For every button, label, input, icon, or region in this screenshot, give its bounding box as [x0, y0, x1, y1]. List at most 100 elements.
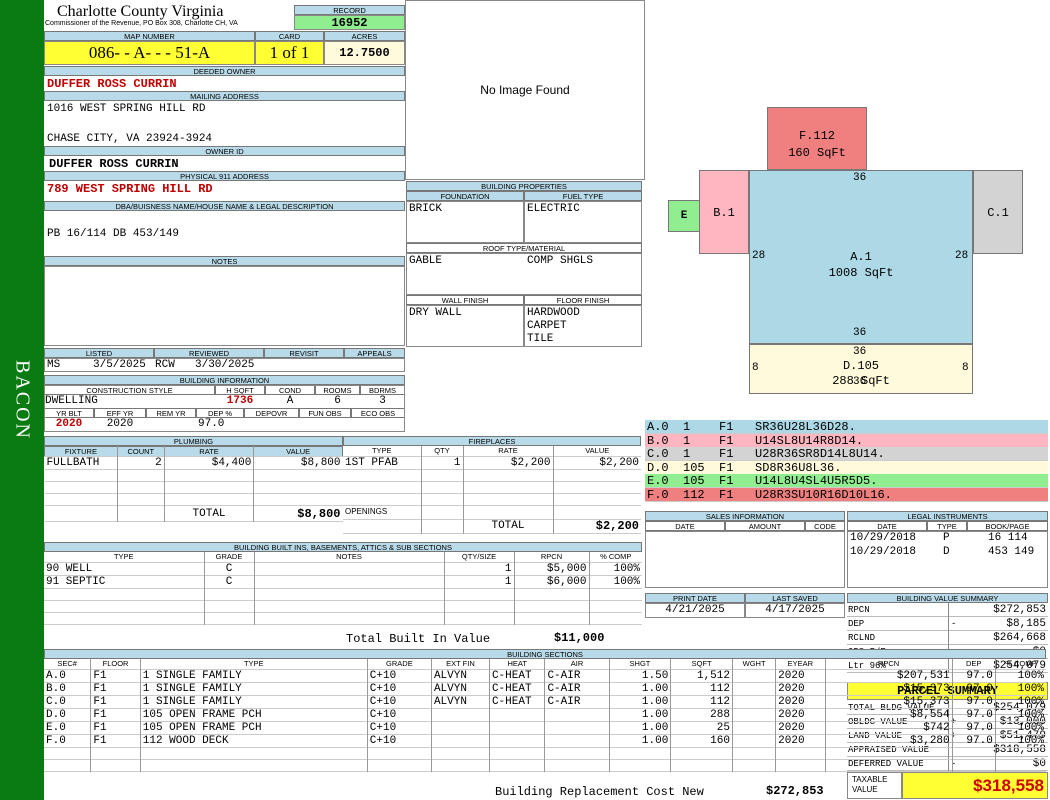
fuel-type-header: FUEL TYPE — [524, 191, 642, 201]
roof-header: ROOF TYPE/MATERIAL — [406, 243, 642, 253]
floor-finish-2: CARPET — [527, 320, 567, 332]
builtins-col: QTY/SIZE — [444, 552, 515, 562]
sketch-section-a: A.1 1008 SqFt — [749, 170, 973, 344]
sections-cell: $8,554 — [825, 708, 953, 721]
builtins-total: $11,000 — [554, 631, 605, 645]
sections-cell: C.0 — [44, 695, 92, 708]
appeals-header: APPEALS — [344, 348, 405, 358]
table-row: 1ST PFAB 1 $2,200 $2,200 — [343, 456, 641, 469]
builtins-cell: C — [204, 562, 255, 575]
mailing-header: MAILING ADDRESS — [44, 91, 405, 101]
bvs-sign — [948, 603, 960, 617]
sections-cell: C+10 — [367, 669, 432, 682]
sketch-section-f: F.112 160 SqFt — [767, 107, 867, 170]
fireplaces-header: FIREPLACES — [343, 436, 641, 446]
legal-body: 10/29/2018 P 16 114 10/29/2018 D 453 149 — [847, 531, 1048, 588]
building-info-frame — [44, 385, 405, 432]
sections-cell: C+10 — [367, 734, 432, 747]
table-row: C.0 F1 1 SINGLE FAMILY C+10 ALVYN C-HEAT C-AIR… — [44, 695, 1046, 708]
fireplace-col: TYPE — [343, 446, 422, 456]
sections-head-row: SEC# FLOOR TYPE GRADE EXT FIN HEAT AIR SHGT SQFT… — [44, 659, 1046, 669]
legal-col: DATE — [847, 521, 927, 531]
sections-header: BUILDING SECTIONS — [44, 649, 1046, 659]
sections-cell: 97.0 — [952, 695, 996, 708]
sketch-f-area: 160 SqFt — [788, 146, 846, 160]
sections-cell: 1.00 — [609, 708, 672, 721]
fireplace-col: RATE — [463, 446, 554, 456]
mailing-line-1: 1016 WEST SPRING HILL RD — [47, 103, 206, 115]
bvs-value: $264,668 — [993, 632, 1046, 644]
record-number: 16952 — [294, 15, 405, 30]
deeded-owner-header: DEEDED OWNER — [44, 66, 405, 76]
sections-cell — [732, 708, 777, 721]
floor-finish-header: FLOOR FINISH — [524, 295, 642, 305]
builtins-cell: 100% — [613, 575, 640, 588]
fireplace-col: QTY — [421, 446, 464, 456]
wall-finish-value: DRY WALL — [406, 305, 524, 347]
deeded-owner: DUFFER ROSS CURRIN — [47, 77, 177, 91]
floor-finish-1: HARDWOOD — [527, 307, 580, 319]
legal-header: LEGAL INSTRUMENTS — [847, 511, 1048, 521]
plumbing-cell: FULLBATH — [44, 456, 118, 470]
plumbing-cell: $4,400 — [164, 456, 255, 470]
commissioner-line: Commissioner of the Revenue, PO Box 308,… — [45, 20, 238, 27]
sections-cell — [732, 734, 777, 747]
sketch-segment-row: B.0 1 F1 U14SL8U14R8D14. — [645, 433, 1048, 448]
floor-finish-box: HARDWOOD CARPET TILE — [524, 305, 642, 347]
plumbing-header: PLUMBING — [44, 436, 343, 446]
sections-cell: 97.0 — [952, 669, 996, 682]
card-header: CARD — [255, 31, 324, 41]
building-info-header: BUILDING INFORMATION — [44, 375, 405, 385]
owner-id: DUFFER ROSS CURRIN — [49, 157, 179, 171]
sidebar-neighborhood: BACON — [0, 0, 44, 800]
openings-label: OPENINGS — [343, 505, 422, 519]
sales-header: SALES INFORMATION — [645, 511, 845, 521]
fireplace-cell: 1 — [421, 456, 464, 469]
fireplace-cell: 1ST PFAB — [343, 456, 422, 469]
plumbing-col: FIXTURE — [44, 446, 118, 457]
legal-cell: P — [943, 532, 950, 544]
table-row: 91 SEPTIC C 1 $6,000 100% — [44, 575, 642, 588]
legal-cell: 10/29/2018 — [850, 532, 917, 544]
sections-cell: 112 — [670, 682, 733, 695]
sections-cell: C-HEAT — [489, 682, 546, 695]
bvs-value: $8,185 — [1006, 618, 1046, 630]
legal-col: TYPE — [927, 521, 967, 531]
sections-cell: 100% — [1017, 682, 1044, 695]
print-date-header: PRINT DATE — [645, 593, 745, 603]
table-row: D.0 F1 105 OPEN FRAME PCH C+10 1.00 288 2020 $8… — [44, 708, 1046, 721]
last-saved-header: LAST SAVED — [745, 593, 845, 603]
sections-cell: F1 — [90, 682, 141, 695]
fireplace-cell: $2,200 — [599, 456, 639, 469]
reviewed-date: 3/30/2025 — [195, 359, 255, 371]
sections-cell: $207,531 — [825, 669, 953, 682]
sections-cell: $3,280 — [825, 734, 953, 747]
bvs-sign: - — [948, 617, 960, 631]
sections-cell: 1 SINGLE FAMILY — [140, 682, 368, 695]
acres-header: ACRES — [324, 31, 405, 41]
plumbing-head-row: FIXTURE COUNT RATE VALUE — [44, 446, 343, 457]
taxable-label-2: VALUE — [852, 785, 878, 794]
sections-cell — [732, 721, 777, 734]
sections-cell: ALVYN — [431, 682, 490, 695]
builtins-col: RPCN — [514, 552, 590, 562]
plumbing-cell: $8,800 — [300, 457, 341, 469]
sections-cell: ALVYN — [431, 669, 490, 682]
builtins-cell — [254, 562, 445, 575]
sections-cell: 97.0 — [952, 708, 996, 721]
sections-cell — [544, 734, 610, 747]
sections-col: AIR — [544, 659, 610, 669]
sketch-section-c: C.1 — [973, 170, 1023, 254]
bvs-row: RCLND $264,668 — [847, 631, 1048, 645]
plumbing-total: $8,800 — [297, 506, 341, 521]
card-value: 1 of 1 — [255, 41, 324, 65]
sales-col: AMOUNT — [725, 521, 805, 531]
fireplace-total-label: TOTAL — [463, 519, 554, 533]
sections-cell: 105 OPEN FRAME PCH — [140, 708, 368, 721]
sales-col: DATE — [645, 521, 725, 531]
sections-cell: $742 — [825, 721, 953, 734]
sections-cell: F1 — [90, 695, 141, 708]
listed-header: LISTED — [44, 348, 154, 358]
sections-cell: C-AIR — [544, 695, 610, 708]
sections-cell: 2020 — [775, 721, 826, 734]
